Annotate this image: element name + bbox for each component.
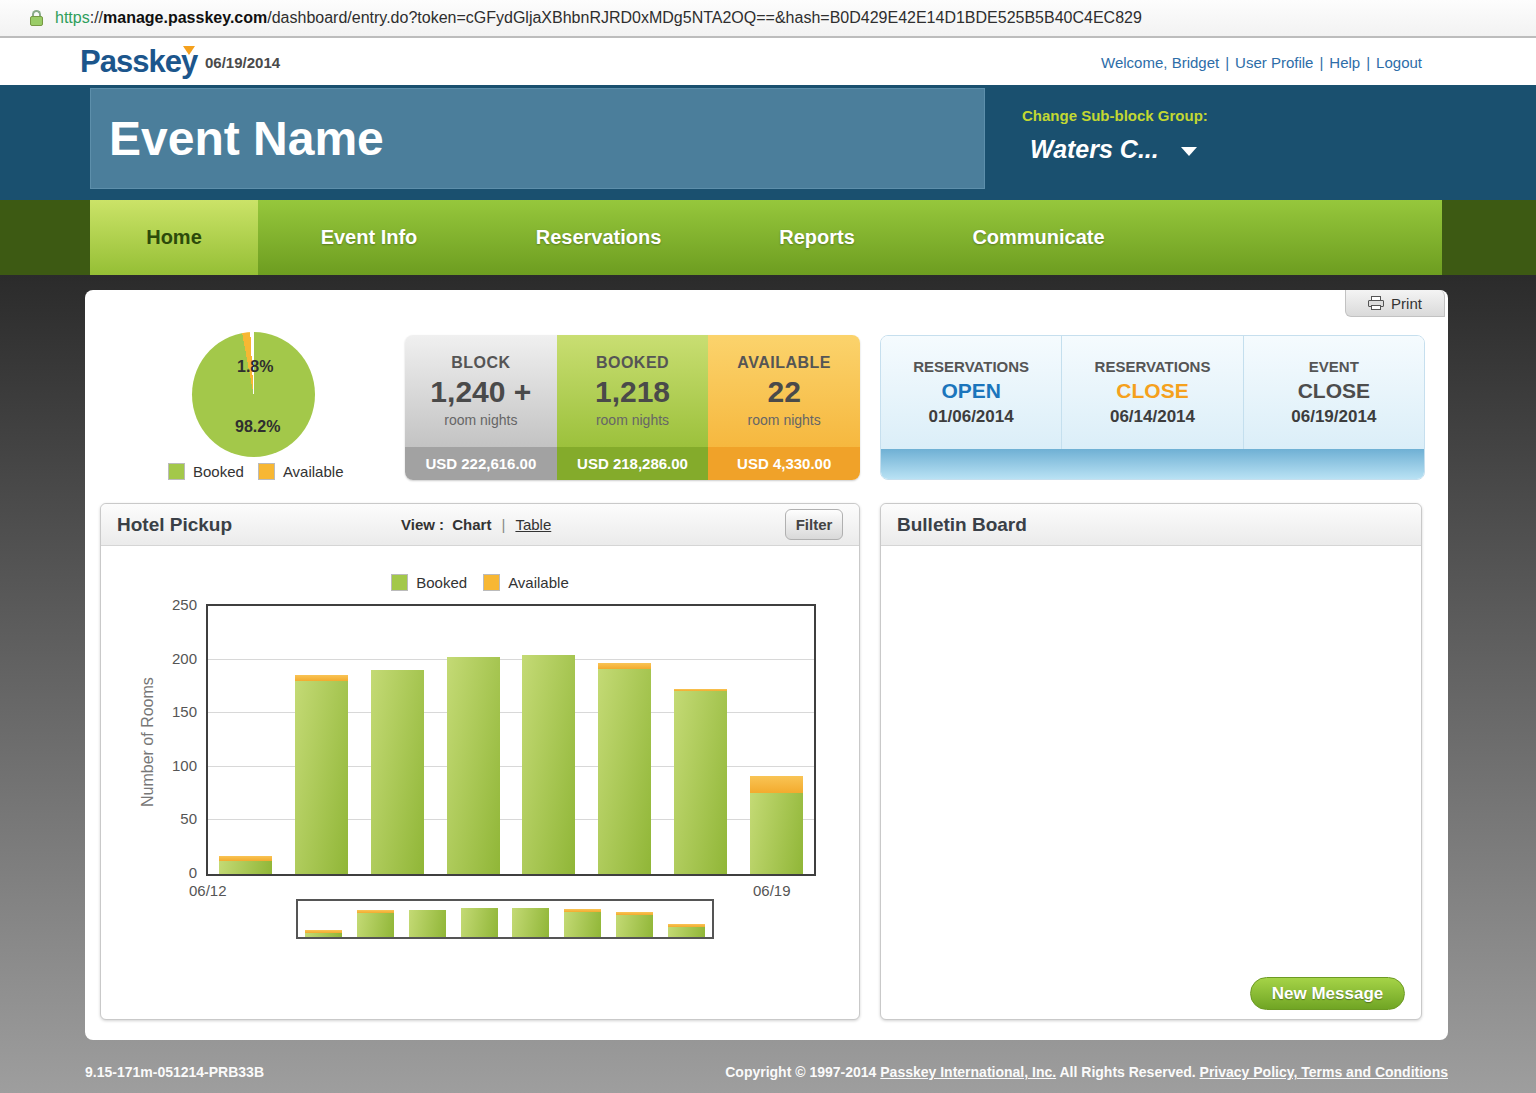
- chevron-down-icon: [1181, 147, 1197, 156]
- bar-06/16: [522, 655, 575, 874]
- stat-booked-usd: USD 218,286.00: [557, 447, 709, 480]
- y-axis-label: Number of Rooms: [139, 677, 157, 807]
- app-header: Passkey 06/19/2014 Welcome, Bridget|User…: [0, 38, 1536, 85]
- logo-accent-icon: [183, 46, 195, 55]
- privacy-terms-link[interactable]: Privacy Policy, Terms and Conditions: [1200, 1064, 1448, 1080]
- pie-available-label: 1.8%: [237, 358, 273, 376]
- main-nav: Home Event Info Reservations Reports Com…: [0, 200, 1536, 275]
- stat-block: BLOCK1,240 +room nights USD 222,616.00: [405, 335, 557, 480]
- copyright: Copyright © 1997-2014 Passkey Internatio…: [725, 1064, 1448, 1080]
- company-link[interactable]: Passkey International, Inc.: [880, 1064, 1056, 1080]
- event-name-title: Event Name: [109, 111, 384, 166]
- hotel-pickup-title: Hotel Pickup: [117, 514, 232, 536]
- booked-swatch: [168, 463, 185, 480]
- booked-swatch: [391, 574, 408, 591]
- nav-tab-reports[interactable]: Reports: [717, 200, 917, 275]
- stat-block-usd: USD 222,616.00: [405, 447, 557, 480]
- main-content-panel: Print 1.8% 98.2% Booked Available BLOCK1…: [85, 290, 1448, 1040]
- bar-06/18: [674, 689, 727, 874]
- user-profile-link[interactable]: User Profile: [1235, 54, 1313, 71]
- help-link[interactable]: Help: [1329, 54, 1360, 71]
- bar-06/14: [371, 670, 424, 874]
- print-button[interactable]: Print: [1345, 290, 1445, 317]
- logout-link[interactable]: Logout: [1376, 54, 1422, 71]
- new-message-button[interactable]: New Message: [1250, 977, 1405, 1010]
- bar-06/17: [598, 663, 651, 874]
- bulletin-board-header: Bulletin Board: [881, 504, 1421, 546]
- event-close: EVENT CLOSE 06/19/2014: [1244, 336, 1424, 449]
- pie-booked-label: 98.2%: [235, 418, 280, 436]
- page-background: Print 1.8% 98.2% Booked Available BLOCK1…: [0, 275, 1536, 1093]
- view-switcher: View : Chart | Table: [401, 516, 551, 533]
- view-chart-option[interactable]: Chart: [452, 516, 491, 533]
- reservation-dates-footer: [881, 449, 1424, 479]
- page-root: https://manage.passkey.com/dashboard/ent…: [0, 0, 1536, 1093]
- x-axis-label-start: 06/12: [189, 882, 227, 899]
- available-swatch: [483, 574, 500, 591]
- reservations-close: RESERVATIONS CLOSE 06/14/2014: [1062, 336, 1243, 449]
- reservation-dates-panel: RESERVATIONS OPEN 01/06/2014 RESERVATION…: [880, 335, 1425, 480]
- bar-06/15: [447, 657, 500, 874]
- pie-chart: [192, 332, 315, 457]
- nav-tab-event-info[interactable]: Event Info: [258, 200, 480, 275]
- build-version: 9.15-171m-051214-PRB33B: [85, 1064, 264, 1080]
- nav-tab-reservations[interactable]: Reservations: [480, 200, 717, 275]
- url-text: https://manage.passkey.com/dashboard/ent…: [55, 9, 1142, 27]
- event-name-box: Event Name: [90, 88, 985, 189]
- stat-booked: BOOKED1,218room nights USD 218,286.00: [557, 335, 709, 480]
- current-date: 06/19/2014: [205, 54, 280, 71]
- passkey-logo: Passkey: [80, 44, 197, 80]
- subblock-group-label: Change Sub-block Group:: [1022, 107, 1208, 124]
- stat-available-usd: USD 4,330.00: [708, 447, 860, 480]
- bar-06/12: [219, 856, 272, 874]
- view-table-option[interactable]: Table: [515, 516, 551, 533]
- pie-legend: Booked Available: [168, 463, 343, 480]
- bulletin-board-panel: Bulletin Board New Message: [880, 503, 1422, 1020]
- filter-button[interactable]: Filter: [785, 509, 843, 540]
- room-stats: BLOCK1,240 +room nights USD 222,616.00 B…: [405, 335, 860, 480]
- subblock-group-dropdown[interactable]: Waters C...: [1030, 135, 1197, 164]
- chart-overview[interactable]: [296, 899, 714, 939]
- hotel-pickup-panel: Hotel Pickup View : Chart | Table Filter…: [100, 503, 860, 1020]
- available-swatch: [258, 463, 275, 480]
- event-banner: Event Name Change Sub-block Group: Water…: [0, 85, 1536, 200]
- hotel-pickup-header: Hotel Pickup View : Chart | Table Filter: [101, 504, 859, 546]
- reservations-open: RESERVATIONS OPEN 01/06/2014: [881, 336, 1062, 449]
- bulletin-board-title: Bulletin Board: [897, 514, 1027, 536]
- welcome-text: Welcome, Bridget: [1101, 54, 1219, 71]
- stat-available: AVAILABLE22room nights USD 4,330.00: [708, 335, 860, 480]
- nav-tab-communicate[interactable]: Communicate: [917, 200, 1160, 275]
- chart-plot: [206, 604, 816, 876]
- lock-icon: [30, 10, 43, 26]
- printer-icon: [1368, 296, 1384, 310]
- bar-06/13: [295, 675, 348, 874]
- browser-url-bar[interactable]: https://manage.passkey.com/dashboard/ent…: [0, 0, 1536, 38]
- chart-legend: Booked Available: [101, 574, 859, 591]
- x-axis-label-end: 06/19: [753, 882, 791, 899]
- nav-tab-home[interactable]: Home: [90, 200, 258, 275]
- bar-06/19: [750, 776, 803, 874]
- header-links: Welcome, Bridget|User Profile|Help|Logou…: [1101, 54, 1422, 71]
